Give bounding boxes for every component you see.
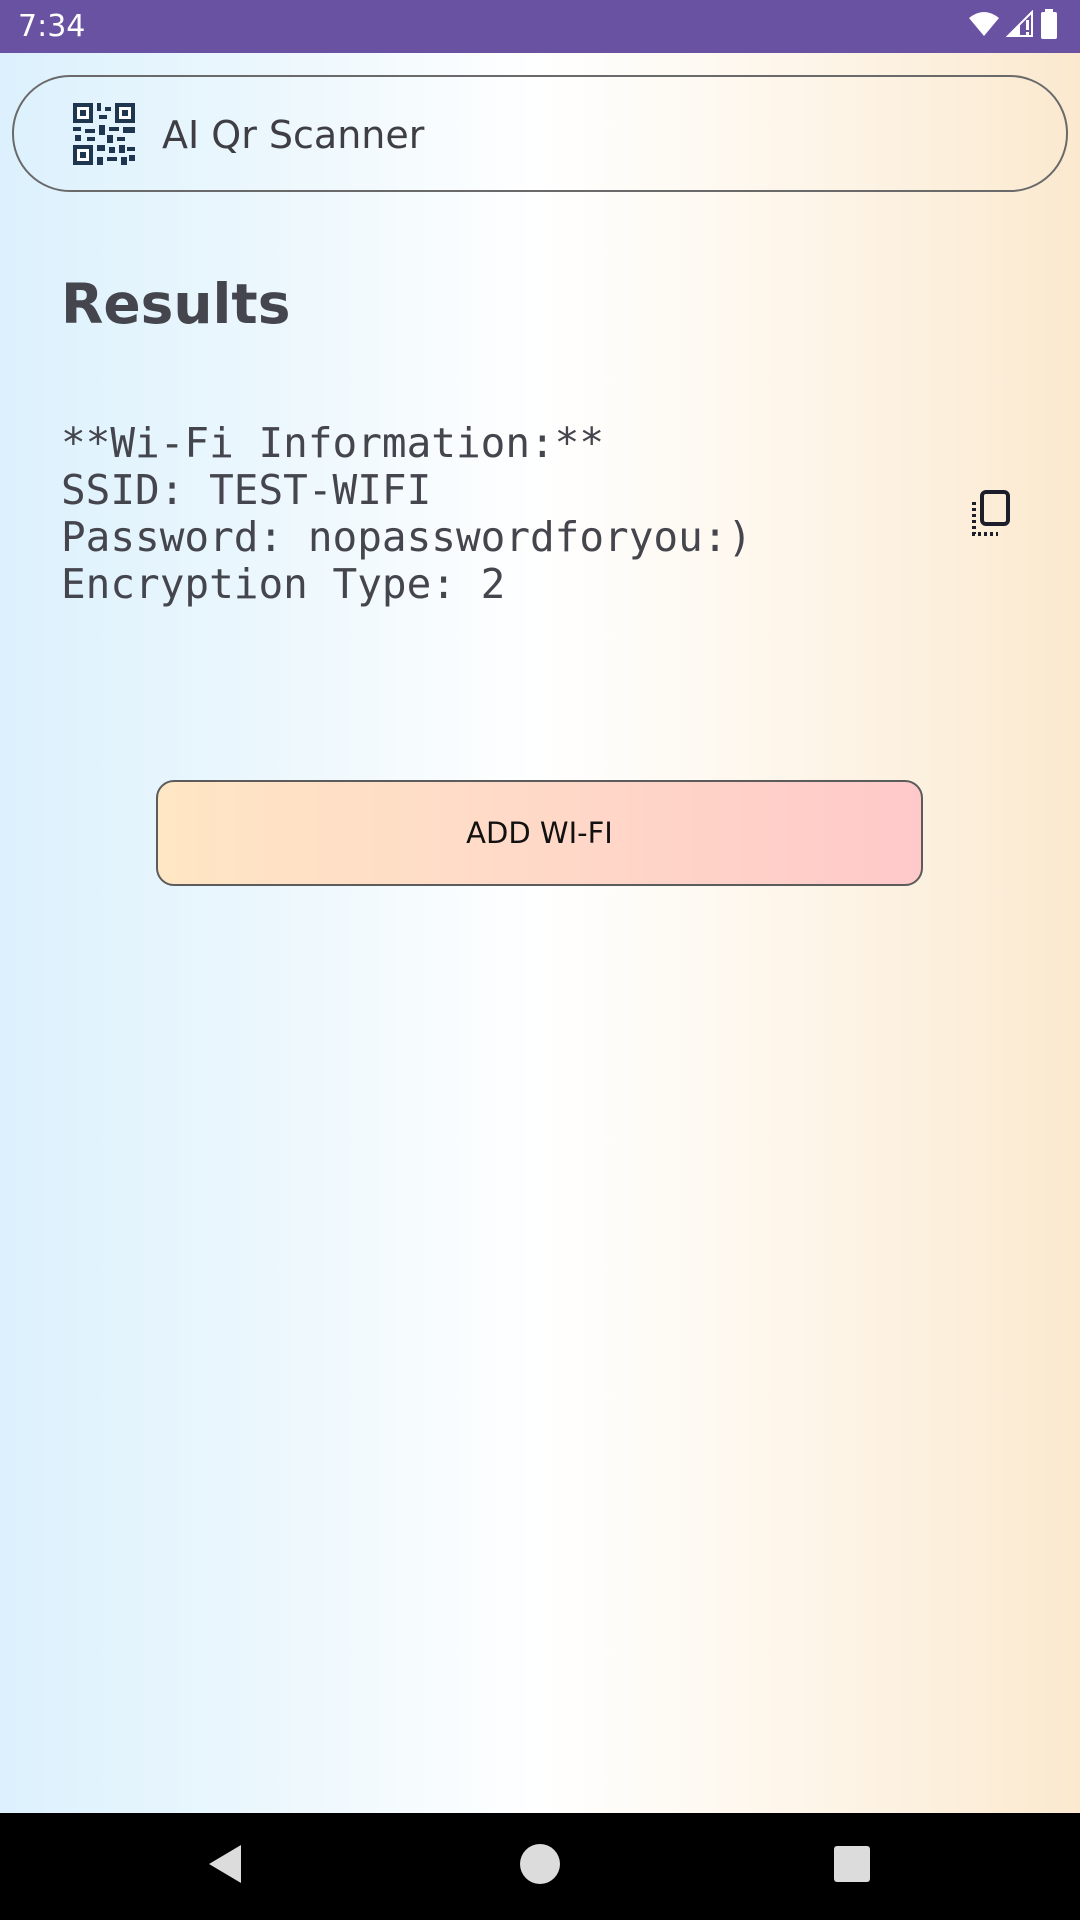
battery-icon bbox=[1040, 8, 1058, 44]
back-icon bbox=[205, 1843, 245, 1890]
signal-icon bbox=[1005, 9, 1034, 43]
copy-icon bbox=[968, 489, 1012, 543]
home-button[interactable] bbox=[515, 1841, 565, 1891]
status-icons bbox=[968, 8, 1058, 44]
result-line: **Wi-Fi Information:** bbox=[61, 419, 605, 467]
recents-icon bbox=[833, 1845, 871, 1888]
result-line: Password: nopasswordforyou:) bbox=[61, 513, 753, 561]
navigation-bar bbox=[0, 1813, 1080, 1920]
result-line: SSID: TEST-WIFI bbox=[61, 466, 432, 514]
home-icon bbox=[519, 1843, 561, 1890]
add-wifi-button[interactable]: ADD WI-FI bbox=[156, 780, 923, 886]
back-button[interactable] bbox=[200, 1841, 250, 1891]
recents-button[interactable] bbox=[827, 1841, 877, 1891]
scan-result-text: **Wi-Fi Information:** SSID: TEST-WIFI P… bbox=[61, 420, 961, 608]
wifi-icon bbox=[968, 11, 1000, 42]
results-heading: Results bbox=[61, 272, 291, 336]
app-title: AI Qr Scanner bbox=[162, 113, 425, 157]
status-bar: 7:34 bbox=[0, 0, 1080, 53]
result-line: Encryption Type: 2 bbox=[61, 560, 506, 608]
app-bar: AI Qr Scanner bbox=[12, 75, 1068, 192]
copy-button[interactable] bbox=[965, 488, 1015, 544]
qr-code-icon bbox=[73, 103, 135, 165]
status-time: 7:34 bbox=[18, 9, 86, 44]
